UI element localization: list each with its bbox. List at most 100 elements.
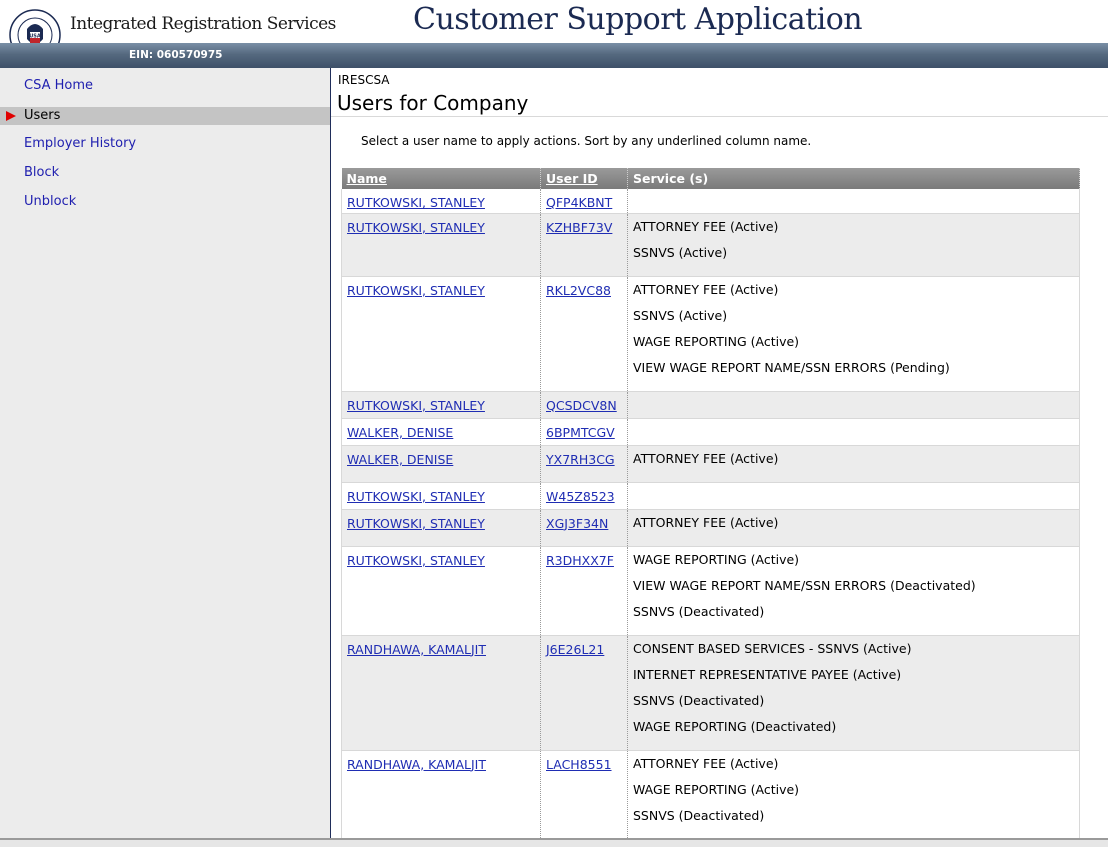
services-cell bbox=[627, 189, 1080, 214]
arrow-right-icon bbox=[6, 111, 16, 121]
service-entry: VIEW WAGE REPORT NAME/SSN ERRORS (Pendin… bbox=[633, 359, 950, 375]
user-name-link[interactable]: RANDHAWA, KAMALJIT bbox=[347, 757, 486, 772]
user-name-link[interactable]: RANDHAWA, KAMALJIT bbox=[347, 642, 486, 657]
user-name-link[interactable]: WALKER, DENISE bbox=[347, 425, 453, 440]
services-cell: ATTORNEY FEE (Active) bbox=[627, 509, 1080, 547]
users-table-body: RUTKOWSKI, STANLEY QFP4KBNT RUTKOWSKI, STA… bbox=[341, 189, 1080, 838]
ein-label: EIN: 060570975 bbox=[129, 49, 223, 61]
sidebar-item-csa-home[interactable]: CSA Home bbox=[0, 77, 330, 95]
name-cell: RUTKOWSKI, STANLEY bbox=[341, 546, 541, 636]
column-header-user-id[interactable]: User ID bbox=[540, 168, 628, 189]
name-cell: RUTKOWSKI, STANLEY bbox=[341, 213, 541, 277]
services-cell: CONSENT BASED SERVICES - SSNVS (Active) I… bbox=[627, 635, 1080, 751]
user-id-link[interactable]: KZHBF73V bbox=[546, 220, 612, 235]
service-entry: SSNVS (Deactivated) bbox=[633, 807, 765, 823]
user-id-link[interactable]: XGJ3F34N bbox=[546, 516, 608, 531]
service-entry: ATTORNEY FEE (Active) bbox=[633, 450, 779, 466]
svg-text:USA: USA bbox=[29, 34, 41, 40]
service-entry: SSNVS (Active) bbox=[633, 244, 728, 260]
user-id-link[interactable]: QFP4KBNT bbox=[546, 195, 612, 210]
service-entry: SSNVS (Deactivated) bbox=[633, 603, 765, 619]
service-entry: WAGE REPORTING (Active) bbox=[633, 333, 800, 349]
bottom-border bbox=[0, 838, 1108, 847]
services-cell bbox=[627, 482, 1080, 510]
name-cell: RUTKOWSKI, STANLEY bbox=[341, 482, 541, 510]
service-entry: ATTORNEY FEE (Active) bbox=[633, 218, 779, 234]
table-row: WALKER, DENISE YX7RH3CG ATTORNEY FEE (Acti… bbox=[341, 445, 1080, 483]
user-id-link[interactable]: W45Z8523 bbox=[546, 489, 615, 504]
service-entry: SSNVS (Active) bbox=[633, 307, 728, 323]
user-id-link[interactable]: QCSDCV8N bbox=[546, 398, 617, 413]
column-header-services: Service (s) bbox=[627, 168, 1080, 189]
user-name-link[interactable]: RUTKOWSKI, STANLEY bbox=[347, 398, 485, 413]
user-id-cell: RKL2VC88 bbox=[540, 276, 628, 392]
table-row: RUTKOWSKI, STANLEY RKL2VC88 ATTORNEY FEE (… bbox=[341, 276, 1080, 392]
user-id-cell: R3DHXX7F bbox=[540, 546, 628, 636]
table-row: RUTKOWSKI, STANLEY R3DHXX7F WAGE REPORTING… bbox=[341, 546, 1080, 636]
user-id-cell: XGJ3F34N bbox=[540, 509, 628, 547]
user-id-link[interactable]: 6BPMTCGV bbox=[546, 425, 615, 440]
service-entry: INTERNET REPRESENTATIVE PAYEE (Active) bbox=[633, 666, 902, 682]
users-table: Name User ID Service (s) RUTKOWSKI, STAN… bbox=[341, 168, 1080, 838]
page-title: Users for Company bbox=[337, 91, 529, 115]
user-name-link[interactable]: RUTKOWSKI, STANLEY bbox=[347, 489, 485, 504]
user-id-cell: 6BPMTCGV bbox=[540, 418, 628, 446]
app-code: IRESCSA bbox=[338, 73, 390, 87]
title-divider bbox=[331, 116, 1108, 117]
sidebar-item-label[interactable]: Unblock bbox=[24, 194, 76, 209]
user-id-link[interactable]: LACH8551 bbox=[546, 757, 612, 772]
user-id-link[interactable]: R3DHXX7F bbox=[546, 553, 614, 568]
user-name-link[interactable]: RUTKOWSKI, STANLEY bbox=[347, 195, 485, 210]
user-name-link[interactable]: RUTKOWSKI, STANLEY bbox=[347, 220, 485, 235]
table-row: RUTKOWSKI, STANLEY QFP4KBNT bbox=[341, 189, 1080, 214]
user-name-link[interactable]: RUTKOWSKI, STANLEY bbox=[347, 283, 485, 298]
services-cell: ATTORNEY FEE (Active) SSNVS (Active) bbox=[627, 213, 1080, 277]
user-id-cell: J6E26L21 bbox=[540, 635, 628, 751]
service-entry: CONSENT BASED SERVICES - SSNVS (Active) bbox=[633, 640, 912, 656]
services-cell bbox=[627, 418, 1080, 446]
instructions-text: Select a user name to apply actions. Sor… bbox=[361, 134, 812, 148]
service-entry: SSNVS (Deactivated) bbox=[633, 692, 765, 708]
sidebar-item-label[interactable]: CSA Home bbox=[24, 78, 93, 93]
table-row: RUTKOWSKI, STANLEY KZHBF73V ATTORNEY FEE (… bbox=[341, 213, 1080, 277]
app-title: Customer Support Application bbox=[413, 2, 863, 37]
user-name-link[interactable]: WALKER, DENISE bbox=[347, 452, 453, 467]
user-id-cell: W45Z8523 bbox=[540, 482, 628, 510]
sidebar-item-unblock[interactable]: Unblock bbox=[0, 193, 330, 211]
user-id-link[interactable]: RKL2VC88 bbox=[546, 283, 611, 298]
sidebar-item-label[interactable]: Block bbox=[24, 165, 59, 180]
table-row: RANDHAWA, KAMALJIT J6E26L21 CONSENT BASED … bbox=[341, 635, 1080, 751]
name-cell: RANDHAWA, KAMALJIT bbox=[341, 750, 541, 838]
name-cell: RUTKOWSKI, STANLEY bbox=[341, 509, 541, 547]
service-entry: VIEW WAGE REPORT NAME/SSN ERRORS (Deacti… bbox=[633, 577, 976, 593]
table-header-row: Name User ID Service (s) bbox=[341, 168, 1080, 189]
user-id-cell: YX7RH3CG bbox=[540, 445, 628, 483]
user-id-cell: QCSDCV8N bbox=[540, 391, 628, 419]
services-cell: ATTORNEY FEE (Active) WAGE REPORTING (Act… bbox=[627, 750, 1080, 838]
services-cell: ATTORNEY FEE (Active) SSNVS (Active) WAGE … bbox=[627, 276, 1080, 392]
services-cell: WAGE REPORTING (Active) VIEW WAGE REPORT … bbox=[627, 546, 1080, 636]
name-cell: RANDHAWA, KAMALJIT bbox=[341, 635, 541, 751]
sidebar-item-users[interactable]: Users bbox=[0, 107, 330, 125]
name-cell: RUTKOWSKI, STANLEY bbox=[341, 391, 541, 419]
service-entry: ATTORNEY FEE (Active) bbox=[633, 755, 779, 771]
service-entry: WAGE REPORTING (Active) bbox=[633, 551, 800, 567]
user-name-link[interactable]: RUTKOWSKI, STANLEY bbox=[347, 516, 485, 531]
user-id-link[interactable]: YX7RH3CG bbox=[546, 452, 615, 467]
user-id-cell: KZHBF73V bbox=[540, 213, 628, 277]
sidebar-item-employer-history[interactable]: Employer History bbox=[0, 135, 330, 153]
name-cell: RUTKOWSKI, STANLEY bbox=[341, 189, 541, 214]
services-cell bbox=[627, 391, 1080, 419]
user-id-link[interactable]: J6E26L21 bbox=[546, 642, 604, 657]
service-entry: ATTORNEY FEE (Active) bbox=[633, 514, 779, 530]
table-row: WALKER, DENISE 6BPMTCGV bbox=[341, 418, 1080, 446]
table-row: RUTKOWSKI, STANLEY XGJ3F34N ATTORNEY FEE (… bbox=[341, 509, 1080, 547]
name-cell: RUTKOWSKI, STANLEY bbox=[341, 276, 541, 392]
table-row: RUTKOWSKI, STANLEY QCSDCV8N bbox=[341, 391, 1080, 419]
user-name-link[interactable]: RUTKOWSKI, STANLEY bbox=[347, 553, 485, 568]
sidebar-item-block[interactable]: Block bbox=[0, 164, 330, 182]
column-header-name[interactable]: Name bbox=[341, 168, 541, 189]
sidebar-item-label[interactable]: Users bbox=[24, 108, 60, 123]
sidebar-item-label[interactable]: Employer History bbox=[24, 136, 136, 151]
services-cell: ATTORNEY FEE (Active) bbox=[627, 445, 1080, 483]
